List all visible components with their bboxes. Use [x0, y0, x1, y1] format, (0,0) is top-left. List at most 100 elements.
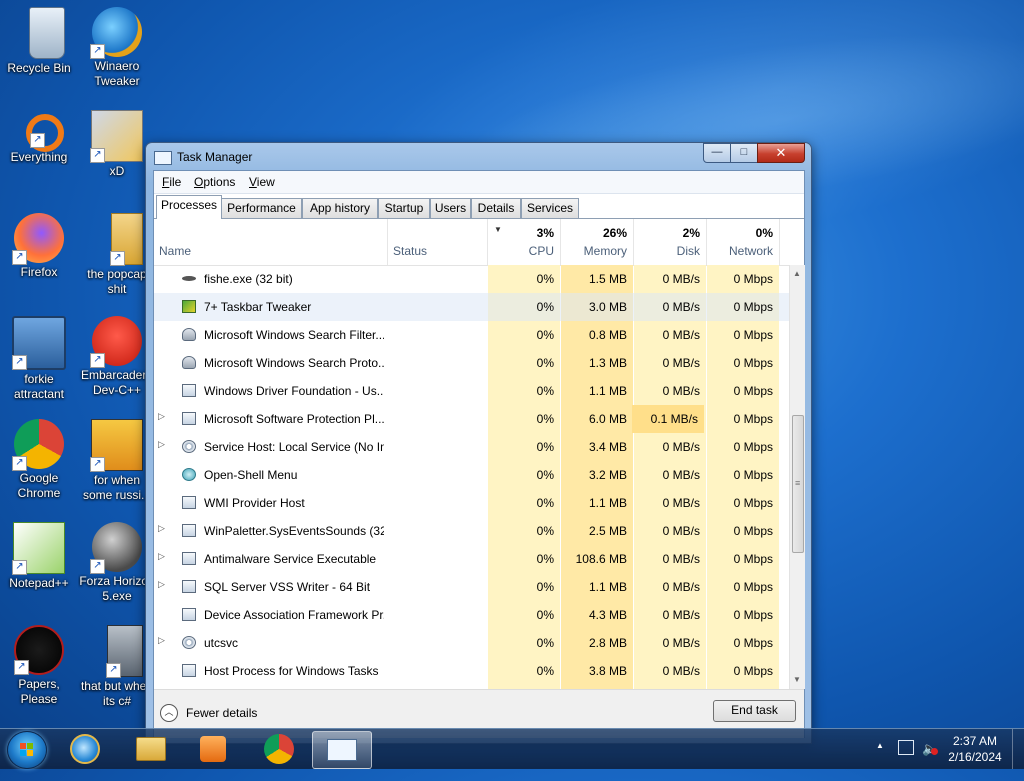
desktop-icon[interactable]: ↗ Google Chrome: [0, 417, 78, 507]
network-value: 0 Mbps: [733, 496, 773, 510]
desktop-icon[interactable]: ↗ Winaero Tweaker: [78, 5, 156, 95]
tab-processes[interactable]: Processes: [156, 195, 222, 219]
grip-icon: ≡: [795, 478, 801, 488]
file-explorer-icon[interactable]: [122, 731, 180, 767]
column-header-network[interactable]: 0% Network: [707, 219, 780, 265]
volume-muted-icon[interactable]: 🔈: [922, 741, 938, 781]
process-row[interactable]: Host Process for Windows Tasks 0% 3.8 MB 0 …: [154, 657, 789, 685]
tab-startup[interactable]: Startup: [378, 198, 430, 218]
process-row[interactable]: ▷ Service Host: Local Service (No Im... 0%…: [154, 433, 789, 461]
process-row[interactable]: ▷ Microsoft Software Protection Pl... 0% 6.…: [154, 405, 789, 433]
cpu-value: 0%: [536, 496, 554, 510]
tab-services[interactable]: Services: [521, 198, 579, 218]
tab-performance[interactable]: Performance: [221, 198, 302, 218]
start-orb-icon[interactable]: [7, 731, 47, 769]
memory-total: 26%: [602, 226, 627, 240]
window-stack-icon: ↗: [106, 625, 143, 678]
expand-arrow-icon[interactable]: ▷: [158, 635, 165, 646]
process-name: Microsoft Software Protection Pl...: [204, 412, 384, 426]
desktop-icon[interactable]: ↗ Everything: [0, 108, 78, 198]
column-header-name[interactable]: Name: [154, 219, 388, 265]
show-desktop-button[interactable]: [1012, 729, 1024, 769]
internet-explorer-icon[interactable]: [56, 731, 114, 767]
column-header-cpu[interactable]: 3% CPU: [488, 219, 561, 265]
process-row[interactable]: ▷ Antimalware Service Executable 0% 108.6 M…: [154, 545, 789, 573]
title-bar[interactable]: Task Manager — □ ✕: [146, 143, 811, 171]
task-manager-icon[interactable]: [312, 731, 372, 769]
maximize-button[interactable]: □: [730, 143, 758, 163]
expand-arrow-icon[interactable]: ▷: [158, 579, 165, 590]
menu-options[interactable]: Options: [194, 175, 235, 189]
cpu-value: 0%: [536, 328, 554, 342]
memory-value: 3.4 MB: [588, 440, 627, 454]
gear-icon: [182, 636, 196, 649]
desktop-icon[interactable]: ↗ Firefox: [0, 211, 78, 301]
scrollbar-thumb[interactable]: ≡: [792, 415, 804, 553]
close-button[interactable]: ✕: [757, 143, 805, 163]
process-name: Device Association Framework Pr...: [204, 608, 384, 622]
process-row[interactable]: Device Association Framework Pr... 0% 4.3 …: [154, 601, 789, 629]
menu-file[interactable]: File: [162, 175, 181, 189]
window-title: Task Manager: [177, 150, 253, 164]
clock-time[interactable]: 2:37 AM: [944, 734, 1006, 748]
tab-users[interactable]: Users: [430, 198, 471, 218]
network-icon[interactable]: [898, 740, 914, 755]
show-hidden-icons-arrow-icon[interactable]: ▲: [876, 741, 884, 781]
column-header-disk[interactable]: 2% Disk: [634, 219, 707, 265]
process-row[interactable]: Windows Driver Foundation - Us... 0% 1.1 M…: [154, 377, 789, 405]
disk-value: 0 MB/s: [662, 356, 700, 370]
memory-value: 3.2 MB: [588, 468, 627, 482]
expand-arrow-icon[interactable]: ▷: [158, 523, 165, 534]
flash-icon: ↗: [90, 522, 142, 574]
desktop-icon[interactable]: ↗ Notepad++: [0, 520, 78, 610]
expand-arrow-icon[interactable]: ▷: [158, 411, 165, 422]
column-label-cpu: CPU: [528, 244, 554, 258]
column-label-status: Status: [393, 244, 428, 258]
network-value: 0 Mbps: [733, 328, 773, 342]
expand-arrow-icon[interactable]: ▷: [158, 551, 165, 562]
desktop-icon[interactable]: ↗ forkie attractant: [0, 314, 78, 404]
desktop-icon-label: forkie attractant: [13, 372, 65, 401]
menu-view[interactable]: View: [249, 175, 275, 189]
clock-date[interactable]: 2/16/2024: [944, 750, 1006, 764]
expand-arrow-icon[interactable]: ▷: [158, 439, 165, 450]
cpu-value: 0%: [536, 468, 554, 482]
cpu-value: 0%: [536, 300, 554, 314]
vertical-scrollbar[interactable]: ▲ ≡ ▼: [789, 265, 805, 689]
column-label-name: Name: [159, 244, 192, 258]
disk-value: 0 MB/s: [662, 328, 700, 342]
tab-details[interactable]: Details: [471, 198, 521, 218]
window-icon: [182, 664, 196, 677]
process-row[interactable]: fishe.exe (32 bit) 0% 1.5 MB 0 MB/s 0 Mbps: [154, 265, 789, 293]
minimize-button[interactable]: —: [703, 143, 731, 163]
desktop-icon[interactable]: Recycle Bin: [0, 5, 78, 95]
winaero-tweaker-icon: ↗: [90, 7, 142, 59]
process-row[interactable]: Open-Shell Menu 0% 3.2 MB 0 MB/s 0 Mbps: [154, 461, 789, 489]
scroll-down-arrow-icon[interactable]: ▼: [793, 675, 801, 684]
window-icon: [182, 412, 196, 425]
column-header-status[interactable]: Status: [388, 219, 488, 265]
cpu-value: 0%: [536, 356, 554, 370]
desktop-icon-label: Papers, Please: [18, 677, 60, 706]
shortcut-arrow-icon: ↗: [90, 44, 105, 59]
process-row[interactable]: WMI Provider Host 0% 1.1 MB 0 MB/s 0 Mbps: [154, 489, 789, 517]
end-task-button[interactable]: End task: [713, 700, 796, 722]
disk-value: 0 MB/s: [662, 636, 700, 650]
chrome-icon: ↗: [12, 419, 64, 471]
chrome-icon[interactable]: [250, 731, 308, 767]
process-name: Microsoft Windows Search Filter...: [204, 328, 384, 342]
process-row[interactable]: Microsoft Windows Search Filter... 0% 0.8 …: [154, 321, 789, 349]
desktop-icon[interactable]: ↗ Papers, Please: [0, 623, 78, 713]
memory-value: 108.6 MB: [575, 552, 627, 566]
column-header-memory[interactable]: 26% Memory: [561, 219, 634, 265]
process-row[interactable]: Microsoft Windows Search Proto... 0% 1.3 M…: [154, 349, 789, 377]
network-value: 0 Mbps: [733, 384, 773, 398]
scroll-up-arrow-icon[interactable]: ▲: [793, 269, 801, 278]
process-row[interactable]: ▷ utcsvc 0% 2.8 MB 0 MB/s 0 Mbps: [154, 629, 789, 657]
tab-app-history[interactable]: App history: [302, 198, 378, 218]
process-row[interactable]: ▷ WinPaletter.SysEventsSounds (32... 0% 2.5…: [154, 517, 789, 545]
media-player-icon[interactable]: [184, 731, 242, 767]
process-row[interactable]: ▷ SQL Server VSS Writer - 64 Bit 0% 1.1 MB 0…: [154, 573, 789, 601]
process-rows: fishe.exe (32 bit) 0% 1.5 MB 0 MB/s 0 Mbps 7+…: [154, 265, 789, 689]
process-row[interactable]: 7+ Taskbar Tweaker 0% 3.0 MB 0 MB/s 0 Mbps: [154, 293, 789, 321]
